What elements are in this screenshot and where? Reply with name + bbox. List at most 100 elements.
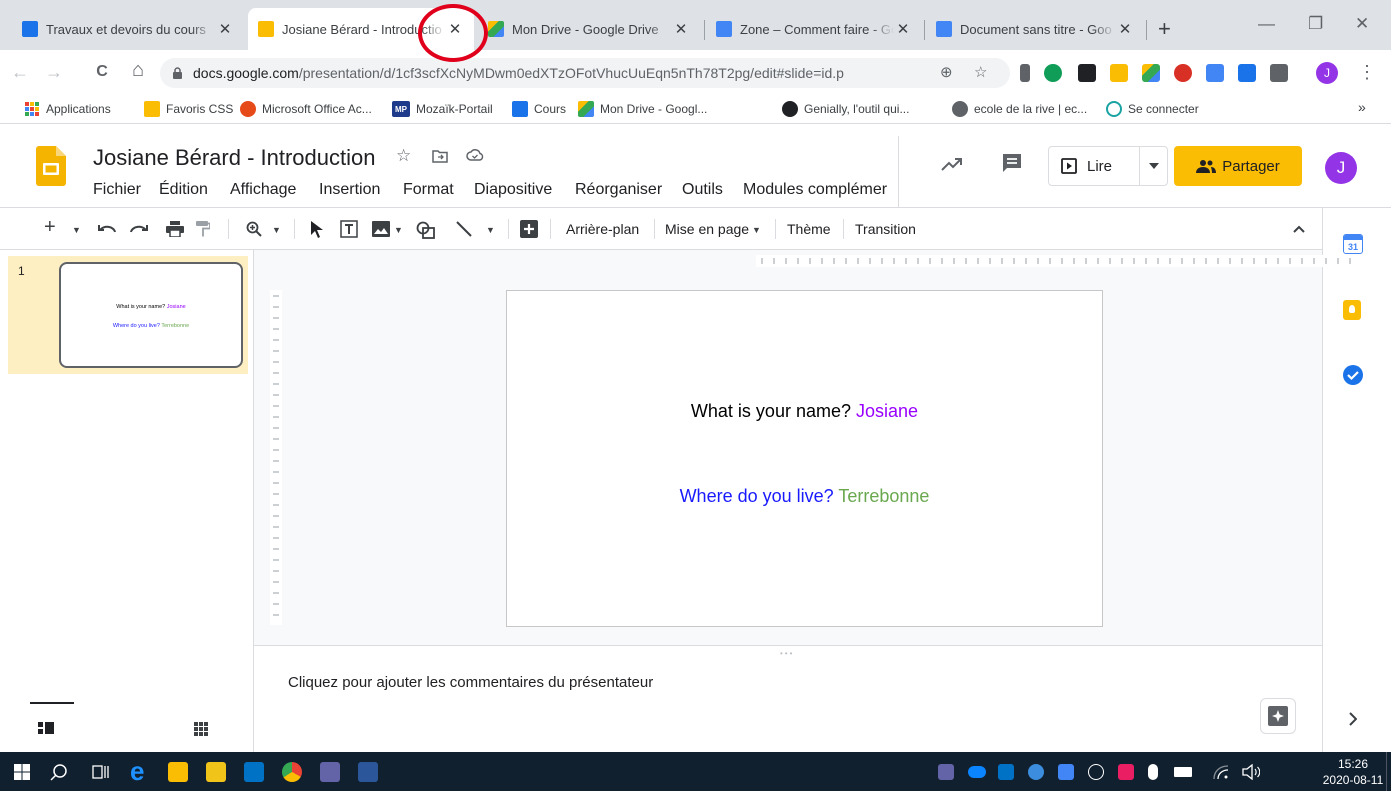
minimize-button[interactable]: — <box>1258 14 1275 34</box>
collapse-menus-icon[interactable] <box>1293 225 1305 233</box>
notes-resize-handle[interactable]: ••• <box>780 649 794 658</box>
comments-icon[interactable] <box>1001 152 1023 174</box>
teams-icon[interactable] <box>320 762 340 782</box>
bookmark-applications[interactable]: Applications <box>24 101 111 117</box>
new-slide-button[interactable]: + <box>44 216 56 239</box>
browser-tab-zone[interactable]: Zone – Comment faire - Go ✕ <box>706 8 922 50</box>
menu-affichage[interactable]: Affichage <box>230 181 296 199</box>
tray-skype-icon[interactable] <box>1088 764 1104 780</box>
speaker-notes[interactable]: ••• Cliquez pour ajouter les commentaire… <box>254 645 1322 752</box>
bookmark-ecole[interactable]: ecole de la rive | ec... <box>952 101 1087 117</box>
tab-close-button[interactable]: ✕ <box>216 20 234 38</box>
file-explorer-icon[interactable] <box>206 762 226 782</box>
zoom-dropdown[interactable]: ▼ <box>272 225 281 235</box>
user-avatar[interactable]: J <box>1325 152 1357 184</box>
paint-format-icon[interactable] <box>196 221 210 237</box>
image-icon[interactable] <box>372 221 390 237</box>
slide-editor-canvas[interactable]: What is your name? Josiane Where do you … <box>254 250 1356 645</box>
extension-grid-icon[interactable] <box>1078 64 1096 82</box>
move-folder-icon[interactable] <box>432 149 448 163</box>
keep-icon[interactable] <box>1343 300 1361 320</box>
undo-icon[interactable] <box>98 224 116 234</box>
tasks-icon[interactable] <box>1343 365 1363 385</box>
zoom-icon[interactable]: ⊕ <box>940 63 953 81</box>
present-dropdown-button[interactable] <box>1139 147 1167 185</box>
menu-modules[interactable]: Modules complémer <box>743 181 897 199</box>
close-window-button[interactable]: ✕ <box>1355 14 1369 34</box>
cloud-status-icon[interactable] <box>466 148 484 162</box>
bookmark-genially[interactable]: Genially, l'outil qui... <box>782 101 909 117</box>
bookmark-cours[interactable]: Cours <box>512 101 566 117</box>
bookmark-favoris-css[interactable]: Favoris CSS <box>144 101 233 117</box>
extension-hand-icon[interactable] <box>1110 64 1128 82</box>
layout-button[interactable]: Mise en page <box>665 221 749 237</box>
outlook-icon[interactable] <box>244 762 264 782</box>
image-dropdown[interactable]: ▼ <box>394 225 403 235</box>
adblock-icon[interactable] <box>1174 64 1192 82</box>
shape-icon[interactable] <box>416 221 436 239</box>
browser-profile-avatar[interactable]: J <box>1316 62 1338 84</box>
grid-view-icon[interactable] <box>194 722 208 736</box>
bookmark-se-connecter[interactable]: Se connecter <box>1106 101 1199 117</box>
back-button[interactable]: ← <box>10 62 30 83</box>
drive-extension-icon[interactable] <box>1142 64 1160 82</box>
share-button[interactable]: Partager <box>1174 146 1302 186</box>
tray-teams-icon[interactable] <box>938 764 954 780</box>
search-icon[interactable] <box>50 763 68 781</box>
line-dropdown[interactable]: ▼ <box>486 225 495 235</box>
menu-diapositive[interactable]: Diapositive <box>474 181 552 199</box>
task-view-icon[interactable] <box>92 763 110 781</box>
onedrive-icon[interactable] <box>968 766 986 778</box>
slide-line-home[interactable]: Where do you live? Terrebonne <box>507 486 1102 507</box>
slide-thumbnail-row[interactable]: 1 What is your name? Josiane Where do yo… <box>8 256 248 374</box>
word-icon[interactable] <box>358 762 378 782</box>
menu-reorganiser[interactable]: Réorganiser <box>575 181 662 199</box>
bookmark-office[interactable]: Microsoft Office Ac... <box>240 101 372 117</box>
menu-format[interactable]: Format <box>403 181 454 199</box>
wifi-icon[interactable] <box>1212 764 1230 780</box>
slide-line-name[interactable]: What is your name? Josiane <box>507 401 1102 422</box>
new-tab-button[interactable]: + <box>1158 16 1171 42</box>
system-clock[interactable]: 15:26 2020-08-11 <box>1318 756 1388 788</box>
new-slide-layout-dropdown[interactable]: ▼ <box>72 225 81 235</box>
activity-trend-icon[interactable] <box>940 155 964 173</box>
bookmark-mon-drive[interactable]: Mon Drive - Googl... <box>578 101 707 117</box>
menu-outils[interactable]: Outils <box>682 181 723 199</box>
browser-tab-document[interactable]: Document sans titre - Goo ✕ <box>926 8 1144 50</box>
star-icon[interactable]: ☆ <box>396 146 411 166</box>
print-icon[interactable] <box>166 221 184 237</box>
extension-screen-icon[interactable] <box>1238 64 1256 82</box>
tray-k-icon[interactable] <box>1118 764 1134 780</box>
show-desktop-button[interactable] <box>1386 752 1387 791</box>
select-arrow-icon[interactable] <box>310 220 324 238</box>
present-button[interactable]: Lire <box>1048 146 1168 186</box>
tab-close-button[interactable]: ✕ <box>672 20 690 38</box>
tab-close-button[interactable]: ✕ <box>894 20 912 38</box>
sticky-notes-icon[interactable] <box>168 762 188 782</box>
puzzle-icon[interactable] <box>1270 64 1288 82</box>
browser-tab-travaux[interactable]: Travaux et devoirs du cours ✕ <box>12 8 244 50</box>
add-comment-icon[interactable] <box>520 220 538 238</box>
browser-tab-drive[interactable]: Mon Drive - Google Drive ✕ <box>478 8 700 50</box>
line-icon[interactable] <box>456 221 472 237</box>
tray-outlook-icon[interactable] <box>998 764 1014 780</box>
slides-logo-icon[interactable] <box>36 146 66 186</box>
address-bar[interactable]: docs.google.com/presentation/d/1cf3scfXc… <box>160 58 1010 88</box>
slide-thumbnail[interactable]: What is your name? Josiane Where do you … <box>59 262 243 368</box>
menu-edition[interactable]: Édition <box>159 181 208 199</box>
explore-button[interactable] <box>1260 698 1296 734</box>
filmstrip-view-icon[interactable] <box>38 722 54 734</box>
bookmark-mozaik[interactable]: MP Mozaïk-Portail <box>392 101 493 117</box>
forward-button[interactable]: → <box>44 62 64 83</box>
zoom-icon[interactable] <box>246 221 262 237</box>
windows-start-icon[interactable] <box>14 764 30 780</box>
microphone-icon[interactable] <box>1148 764 1158 780</box>
speaker-notes-placeholder[interactable]: Cliquez pour ajouter les commentaires du… <box>288 674 653 691</box>
translate-icon[interactable] <box>1206 64 1224 82</box>
menu-fichier[interactable]: Fichier <box>93 181 141 199</box>
text-box-icon[interactable] <box>340 220 358 238</box>
edge-icon[interactable]: e <box>130 758 144 784</box>
redo-icon[interactable] <box>130 224 148 234</box>
menu-insertion[interactable]: Insertion <box>319 181 380 199</box>
bookmarks-overflow-button[interactable]: » <box>1358 99 1366 115</box>
